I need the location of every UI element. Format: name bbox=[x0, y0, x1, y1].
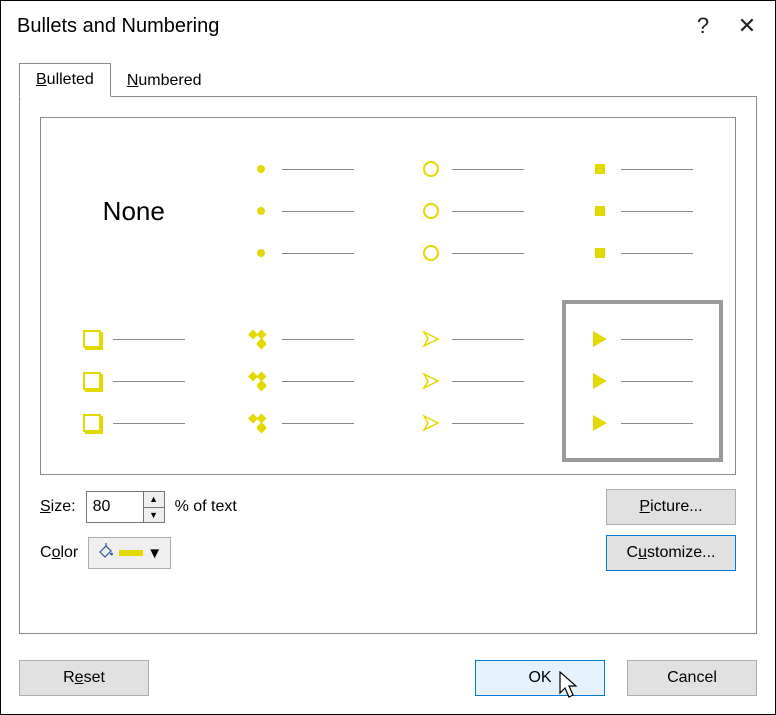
titlebar: Bullets and Numbering ? ✕ bbox=[1, 1, 775, 51]
bullet-option-four-diamonds[interactable] bbox=[219, 296, 389, 466]
color-row: Color ▼ bbox=[40, 537, 586, 569]
color-picker[interactable]: ▼ bbox=[88, 537, 171, 569]
close-button[interactable]: ✕ bbox=[725, 6, 769, 46]
bucket-icon bbox=[97, 542, 115, 564]
customize-button[interactable]: Customize... bbox=[606, 535, 736, 571]
bulleted-panel: None Size: ▲ ▼ % of text Picture... bbox=[19, 97, 757, 634]
footer: Reset OK Cancel bbox=[1, 646, 775, 714]
picture-button[interactable]: Picture... bbox=[606, 489, 736, 525]
size-increment[interactable]: ▲ bbox=[144, 492, 164, 508]
controls: Size: ▲ ▼ % of text Picture... Color bbox=[40, 489, 736, 571]
bullet-option-filled-square[interactable] bbox=[558, 126, 728, 296]
size-label: Size: bbox=[40, 498, 76, 516]
tab-numbered[interactable]: Numbered bbox=[111, 65, 218, 97]
ok-button[interactable]: OK bbox=[475, 660, 605, 696]
color-label: Color bbox=[40, 544, 78, 562]
none-label: None bbox=[103, 196, 165, 227]
bullet-option-arrow-outline[interactable] bbox=[388, 296, 558, 466]
size-spinbox[interactable]: ▲ ▼ bbox=[86, 491, 165, 523]
color-swatch bbox=[119, 550, 143, 556]
cancel-button[interactable]: Cancel bbox=[627, 660, 757, 696]
bullet-option-hollow-square[interactable] bbox=[49, 296, 219, 466]
bullet-option-none[interactable]: None bbox=[49, 126, 219, 296]
dialog-body: Bulleted Numbered None Size: ▲ ▼ bbox=[1, 51, 775, 646]
bullet-option-filled-dot[interactable] bbox=[219, 126, 389, 296]
bullets-numbering-dialog: Bullets and Numbering ? ✕ Bulleted Numbe… bbox=[0, 0, 776, 715]
bullet-option-hollow-ring[interactable] bbox=[388, 126, 558, 296]
tabs: Bulleted Numbered bbox=[19, 61, 757, 97]
size-decrement[interactable]: ▼ bbox=[144, 508, 164, 523]
size-suffix: % of text bbox=[175, 498, 237, 516]
size-row: Size: ▲ ▼ % of text bbox=[40, 491, 586, 523]
reset-button[interactable]: Reset bbox=[19, 660, 149, 696]
bullet-option-arrow-filled[interactable] bbox=[558, 296, 728, 466]
tab-bulleted[interactable]: Bulleted bbox=[19, 63, 111, 97]
help-button[interactable]: ? bbox=[681, 6, 725, 46]
dialog-title: Bullets and Numbering bbox=[17, 15, 681, 38]
bullet-style-grid: None bbox=[40, 117, 736, 475]
size-input[interactable] bbox=[87, 492, 143, 522]
chevron-down-icon: ▼ bbox=[147, 545, 162, 562]
